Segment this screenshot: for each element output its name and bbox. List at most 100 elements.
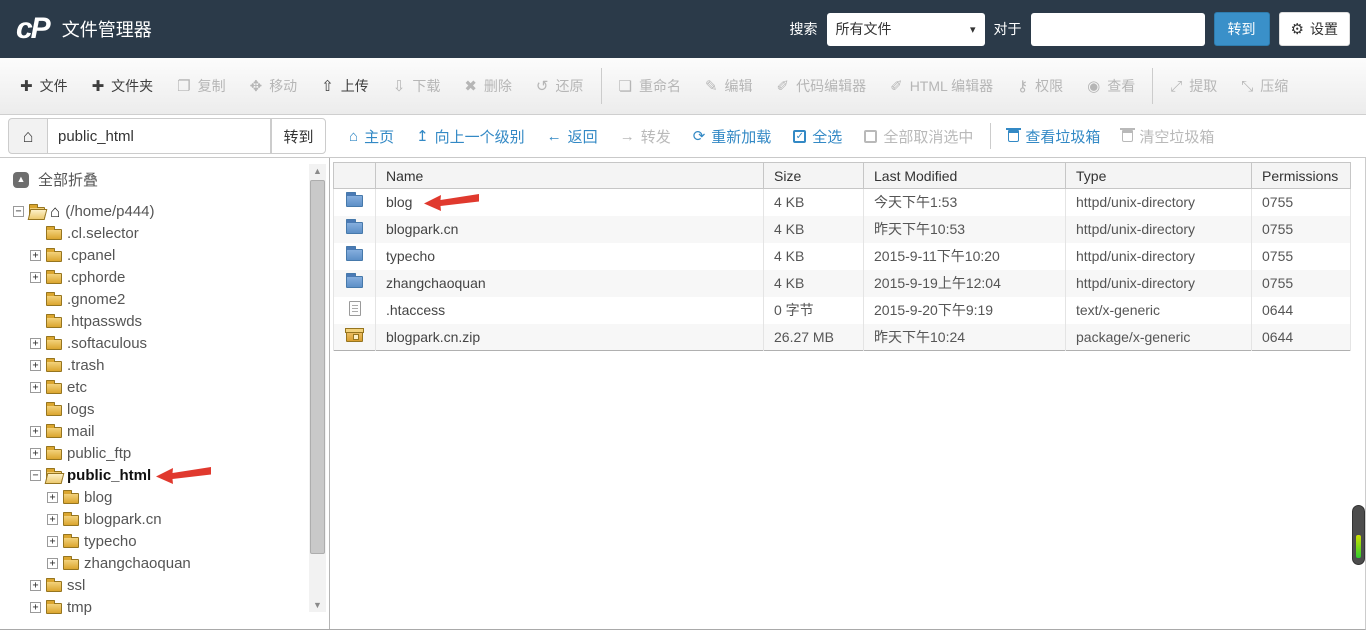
tree-item-zhangchaoquan[interactable]: + zhangchaoquan (0, 552, 329, 574)
tree-item-tmp[interactable]: + tmp (0, 596, 329, 618)
file-name-cell[interactable]: typecho (375, 242, 764, 270)
table-row[interactable]: blog 4 KB 今天下午1:53 httpd/unix-directory 075… (333, 188, 1351, 216)
file-name-cell[interactable]: .htaccess (375, 296, 764, 324)
file-navigation-bar: ⌂ 主页 ↥ 向上一个级别 ← 返回 → 转发 ⟳ 重新加载 ✓ 全选 全部取消选中 查看垃圾箱 清空垃圾箱 (338, 115, 1366, 157)
toolbar-upload-button[interactable]: ⇧ 上传 (309, 76, 381, 96)
toolbar-add-folder-button[interactable]: ✚ 文件夹 (80, 76, 166, 96)
expand-icon[interactable]: + (30, 425, 41, 437)
column-header-name[interactable]: Name (375, 162, 764, 189)
table-row[interactable]: .htaccess 0 字节 2015-9-20下午9:19 text/x-gener… (333, 296, 1351, 324)
sidebar-scrollbar[interactable]: ▲ ▼ (309, 164, 326, 612)
expand-icon[interactable]: + (30, 447, 41, 459)
tree-item-.cpanel[interactable]: + .cpanel (0, 244, 329, 266)
toolbar-code-editor-button: ✐ 代码编辑器 (765, 76, 879, 96)
tree-item-public_html[interactable]: − public_html (0, 464, 329, 486)
file-type-cell: httpd/unix-directory (1065, 269, 1252, 297)
expand-icon[interactable]: + (30, 271, 41, 283)
nav-home-button[interactable]: ⌂ 主页 (338, 126, 405, 147)
permissions-cell: 0755 (1251, 242, 1351, 270)
table-row[interactable]: typecho 4 KB 2015-9-11下午10:20 httpd/unix-di… (333, 242, 1351, 270)
folder-icon (46, 577, 62, 592)
search-input[interactable] (1030, 12, 1205, 46)
search-scope-select[interactable]: 所有文件 ▾ (826, 12, 985, 46)
path-input[interactable] (48, 118, 271, 154)
tree-item-.softaculous[interactable]: + .softaculous (0, 332, 329, 354)
toolbar-edit-label: 编辑 (724, 78, 753, 94)
collapse-all-button[interactable]: ▲ 全部折叠 (13, 169, 329, 190)
tree-item-label: zhangchaoquan (84, 554, 191, 572)
tree-item-label: .trash (67, 356, 105, 374)
scrollbar-thumb[interactable] (310, 180, 325, 554)
tree-item-.cphorde[interactable]: + .cphorde (0, 266, 329, 288)
expand-icon[interactable]: + (30, 601, 41, 613)
tree-item--home-p444-[interactable]: − ⌂ (/home/p444) (0, 200, 329, 222)
column-header-last-modified[interactable]: Last Modified (863, 162, 1066, 189)
tree-item-mail[interactable]: + mail (0, 420, 329, 442)
file-name-label: zhangchaoquan (386, 275, 486, 291)
file-icon (348, 301, 361, 316)
expand-icon[interactable]: + (47, 491, 58, 503)
toolbar-html-editor-button: ✐ HTML 编辑器 (878, 76, 1005, 96)
path-go-button[interactable]: 转到 (271, 118, 326, 154)
settings-button[interactable]: ⚙ 设置 (1278, 12, 1350, 46)
nav-up-one-level-label: 向上一个级别 (434, 128, 525, 146)
red-pointer-arrow (424, 193, 480, 211)
search-go-button[interactable]: 转到 (1213, 12, 1270, 46)
file-size-cell: 0 字节 (763, 296, 864, 324)
column-header-type[interactable]: Type (1065, 162, 1252, 189)
nav-back-button[interactable]: ← 返回 (536, 126, 609, 147)
table-row[interactable]: blogpark.cn 4 KB 昨天下午10:53 httpd/unix-direc… (333, 215, 1351, 243)
tree-item-.cl.selector[interactable]: .cl.selector (0, 222, 329, 244)
arrow-right-icon: → (619, 127, 635, 145)
nav-up-one-level-button[interactable]: ↥ 向上一个级别 (405, 126, 536, 147)
file-name: blogpark.cn (386, 221, 753, 237)
column-header-permissions[interactable]: Permissions (1251, 162, 1351, 189)
file-name-cell[interactable]: blog (375, 188, 764, 216)
scroll-down-arrow-icon[interactable]: ▼ (309, 598, 326, 612)
tree-item-blog[interactable]: + blog (0, 486, 329, 508)
expand-icon[interactable]: + (47, 557, 58, 569)
file-type-cell: text/x-generic (1065, 296, 1252, 324)
expand-icon[interactable]: + (30, 249, 41, 261)
expand-icon[interactable]: + (47, 513, 58, 525)
tree-item-etc[interactable]: + etc (0, 376, 329, 398)
tree-item-ssl[interactable]: + ssl (0, 574, 329, 596)
scroll-up-arrow-icon[interactable]: ▲ (309, 164, 326, 178)
tree-item-.htpasswds[interactable]: .htpasswds (0, 310, 329, 332)
tree-item-logs[interactable]: logs (0, 398, 329, 420)
file-name-cell[interactable]: zhangchaoquan (375, 269, 764, 297)
toolbar-add-file-button[interactable]: ✚ 文件 (8, 76, 80, 96)
page-scroll-indicator[interactable] (1352, 505, 1365, 565)
collapse-icon[interactable]: − (30, 469, 41, 481)
table-row[interactable]: blogpark.cn.zip 26.27 MB 昨天下午10:24 package/… (333, 323, 1351, 351)
toolbar-copy-label: 复制 (197, 78, 226, 94)
expand-icon[interactable]: + (30, 337, 41, 349)
trash-icon (1120, 128, 1136, 142)
nav-select-all-button[interactable]: ✓ 全选 (782, 126, 853, 147)
expand-icon[interactable]: + (47, 535, 58, 547)
column-header-size[interactable]: Size (763, 162, 864, 189)
file-name-cell[interactable]: blogpark.cn (375, 215, 764, 243)
nav-view-trash-button[interactable]: 查看垃圾箱 (997, 126, 1111, 147)
tree-item-label: public_html (67, 466, 152, 484)
tree-item-blogpark.cn[interactable]: + blogpark.cn (0, 508, 329, 530)
tree-item-typecho[interactable]: + typecho (0, 530, 329, 552)
tree-item-label: blogpark.cn (84, 510, 162, 528)
tree-item-public_ftp[interactable]: + public_ftp (0, 442, 329, 464)
home-button[interactable]: ⌂ (8, 118, 48, 154)
tree-item-.gnome2[interactable]: .gnome2 (0, 288, 329, 310)
folder-icon (63, 555, 79, 570)
tree-item-label: .softaculous (67, 334, 148, 352)
expand-icon[interactable]: + (30, 381, 41, 393)
expand-icon[interactable]: + (30, 579, 41, 591)
nav-unselect-all-label: 全部取消选中 (883, 128, 974, 146)
file-name-cell[interactable]: blogpark.cn.zip (375, 323, 764, 351)
tree-item-label: .cphorde (67, 268, 126, 286)
nav-reload-button[interactable]: ⟳ 重新加载 (682, 126, 783, 147)
collapse-icon[interactable]: − (13, 205, 24, 217)
permissions-cell: 0755 (1251, 269, 1351, 297)
table-row[interactable]: zhangchaoquan 4 KB 2015-9-19上午12:04 httpd/u… (333, 269, 1351, 297)
expand-icon[interactable]: + (30, 359, 41, 371)
tree-item-.trash[interactable]: + .trash (0, 354, 329, 376)
toolbar-permissions-button: ⚷ 权限 (1005, 76, 1075, 96)
